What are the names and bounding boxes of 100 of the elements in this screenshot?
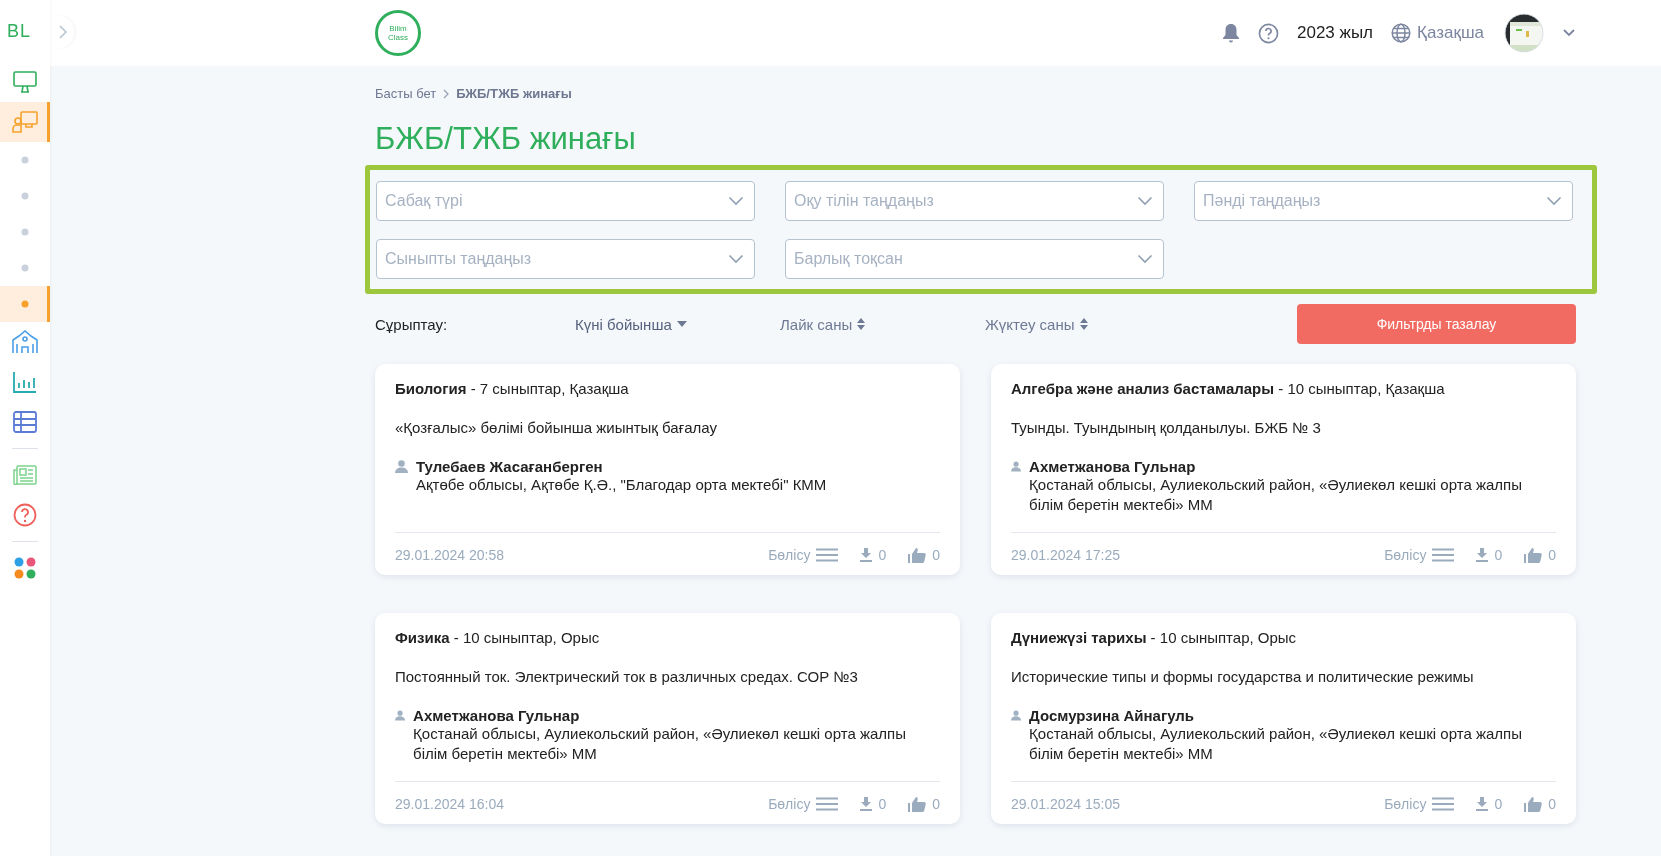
- user-icon: [395, 460, 408, 473]
- bar-chart-icon: [13, 371, 37, 393]
- sidebar-item[interactable]: [0, 102, 50, 142]
- dropdown-field[interactable]: Барлық тоқсан: [785, 239, 1164, 279]
- sort-option[interactable]: Лайк саны: [780, 315, 985, 333]
- submenu-item[interactable]: [0, 286, 50, 322]
- thumbs-up-icon: [1524, 547, 1543, 563]
- globe-icon: [1391, 23, 1412, 43]
- site-logo[interactable]: Bilim Class: [375, 10, 421, 56]
- dropdown-field[interactable]: Пәнді таңдаңыз: [1194, 181, 1573, 221]
- download-icon: [860, 797, 873, 811]
- clear-filters-button[interactable]: Фильтрды тазалау: [1297, 304, 1576, 344]
- user-icon: [395, 709, 406, 722]
- menu-icon: [1432, 548, 1455, 562]
- breadcrumb-current: БЖБ/ТЖБ жинағы: [456, 86, 572, 101]
- menu-icon: [816, 797, 839, 811]
- share-button[interactable]: Бөлісу: [1384, 547, 1455, 563]
- school-name: Қостанай облысы, Аулиекольский район, «Әулиекөл кешкі орта жалпы білім беретін мектебі» ММ: [1029, 724, 1523, 764]
- card-description: Постоянный ток. Электрический ток в различных средах. СОР №3: [395, 668, 859, 685]
- bell-icon[interactable]: [1222, 23, 1240, 43]
- dot-icon: [21, 192, 29, 200]
- card-date: 29.01.2024 17:25: [1011, 547, 1120, 563]
- download-icon: [1476, 548, 1489, 562]
- chevron-down-icon[interactable]: [1562, 28, 1576, 38]
- logo-text: Class: [388, 33, 408, 42]
- card-date: 29.01.2024 15:05: [1011, 796, 1120, 812]
- download-count[interactable]: 0: [860, 796, 887, 812]
- user-icon: [1011, 709, 1022, 722]
- menu-icon: [1432, 797, 1455, 811]
- chevron-down-icon: [1137, 196, 1153, 206]
- dropdown-field[interactable]: Сыныпты таңдаңыз: [376, 239, 755, 279]
- sort-icon: [1079, 318, 1088, 330]
- sort-icon: [857, 318, 866, 330]
- card-date: 29.01.2024 16:04: [395, 796, 504, 812]
- card-date: 29.01.2024 20:58: [395, 547, 504, 563]
- share-button[interactable]: Бөлісу: [768, 547, 839, 563]
- table-icon: [13, 411, 37, 433]
- breadcrumb-link[interactable]: Басты бет: [375, 86, 437, 101]
- material-card[interactable]: Биология - 7 сыныптар, Қазақша «Қозғалыс» бөлімі бойынша жиынтық бағалау Тулебаев Жасағанберген Ақтөбе облысы, Ақтөбе Қ.Ә., "Благодар орта мектебі" КММ 29.01.2024 20:58 Бөлісу 0 0: [375, 364, 960, 575]
- dot-icon: [21, 300, 29, 308]
- download-count[interactable]: 0: [860, 547, 887, 563]
- school-building-icon: [12, 330, 38, 354]
- teacher-board-icon: [12, 111, 38, 133]
- school-name: Ақтөбе облысы, Ақтөбе Қ.Ә., "Благодар орта мектебі" КММ: [416, 475, 827, 495]
- chevron-down-icon: [728, 196, 744, 206]
- author-name: Досмурзина Айнагуль: [1029, 707, 1196, 724]
- share-button[interactable]: Бөлісу: [768, 796, 839, 812]
- caret-down-icon: [676, 321, 687, 327]
- thumbs-up-icon: [1524, 796, 1543, 812]
- help-icon[interactable]: [1258, 22, 1279, 44]
- download-count[interactable]: 0: [1476, 547, 1503, 563]
- dropdown-field[interactable]: Оқу тілін таңдаңыз: [785, 181, 1164, 221]
- like-count[interactable]: 0: [1524, 547, 1556, 563]
- monitor-icon: [13, 71, 37, 93]
- year-selector[interactable]: 2023 жыл: [1297, 23, 1374, 43]
- card-subject: Физика - 10 сыныптар, Орыс: [395, 629, 601, 646]
- user-icon: [1011, 460, 1022, 473]
- dot-icon: [21, 156, 29, 164]
- like-count[interactable]: 0: [908, 796, 940, 812]
- author-name: Ахметжанова Гульнар: [1029, 458, 1197, 475]
- help-icon: [13, 503, 37, 527]
- sort-option[interactable]: Жүктеу саны: [985, 315, 1190, 333]
- author-name: Тулебаев Жасағанберген: [416, 458, 604, 475]
- card-description: «Қозғалыс» бөлімі бойынша жиынтық бағалау: [395, 419, 718, 436]
- chevron-down-icon: [1546, 196, 1562, 206]
- sort-option[interactable]: Күні бойынша: [575, 315, 780, 333]
- card-subject: Алгебра және анализ бастамалары - 10 сыныптар, Қазақша: [1011, 380, 1446, 397]
- thumbs-up-icon: [908, 796, 927, 812]
- material-card[interactable]: [991, 364, 1576, 575]
- card-description: Исторические типы и формы государства и политические режимы: [1011, 668, 1475, 685]
- school-name: Қостанай облысы, Аулиекольский район, «Әулиекөл кешкі орта жалпы білім беретін мектебі» ММ: [1029, 475, 1523, 515]
- download-icon: [860, 548, 873, 562]
- material-card[interactable]: [991, 613, 1576, 824]
- apps-icon: [13, 556, 37, 580]
- page-title: БЖБ/ТЖБ жинағы: [375, 121, 637, 157]
- card-subject: Дүниежүзі тарихы - 10 сыныптар, Орыс: [1011, 629, 1298, 646]
- menu-icon: [816, 548, 839, 562]
- share-button[interactable]: Бөлісу: [1384, 796, 1455, 812]
- card-description: Туынды. Туындының қолданылуы. БЖБ № 3: [1011, 419, 1322, 436]
- language-selector[interactable]: Қазақша: [1391, 23, 1484, 43]
- download-count[interactable]: 0: [1476, 796, 1503, 812]
- card-subject: Биология - 7 сыныптар, Қазақша: [395, 380, 630, 397]
- brand-logo[interactable]: BL: [0, 20, 32, 42]
- school-name: Қостанай облысы, Аулиекольский район, «Әулиекөл кешкі орта жалпы білім беретін мектебі» ММ: [413, 724, 907, 764]
- sort-label: Сұрыптау:: [375, 315, 449, 333]
- logo-text: Bilim: [389, 24, 407, 33]
- thumbs-up-icon: [908, 547, 927, 563]
- chevron-right-icon: [58, 24, 68, 40]
- like-count[interactable]: 0: [1524, 796, 1556, 812]
- dot-icon: [21, 264, 29, 272]
- dot-icon: [21, 228, 29, 236]
- download-icon: [1476, 797, 1489, 811]
- author-name: Ахметжанова Гульнар: [413, 707, 581, 724]
- dropdown-field[interactable]: Сабақ түрі: [376, 181, 755, 221]
- material-card[interactable]: [375, 613, 960, 824]
- like-count[interactable]: 0: [908, 547, 940, 563]
- chevron-down-icon: [1137, 254, 1153, 264]
- chevron-down-icon: [728, 254, 744, 264]
- chevron-right-icon: [442, 87, 451, 100]
- newspaper-icon: [13, 465, 37, 485]
